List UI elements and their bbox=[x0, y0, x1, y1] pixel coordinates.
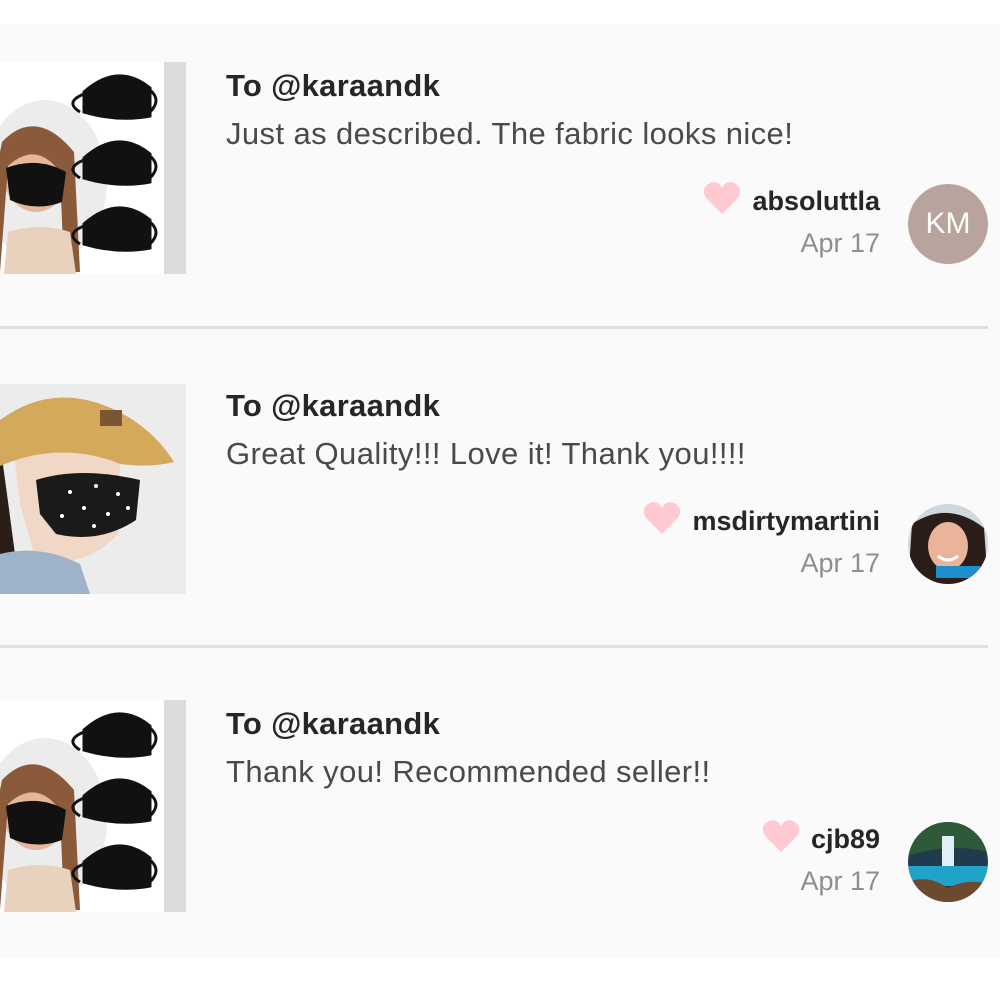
avatar[interactable] bbox=[908, 822, 988, 902]
image-edge-strip bbox=[164, 62, 186, 274]
review-card: To @karaandk Great Quality!!! Love it! T… bbox=[0, 344, 1000, 644]
product-thumbnail[interactable] bbox=[0, 700, 186, 912]
waterfall-photo bbox=[908, 822, 988, 902]
heart-icon[interactable] bbox=[702, 180, 742, 221]
reviews-screen: To @karaandk Just as described. The fabr… bbox=[0, 24, 1000, 958]
review-date: Apr 17 bbox=[800, 548, 880, 578]
reviewer-username[interactable]: absoluttla bbox=[752, 181, 880, 221]
review-recipient[interactable]: To @karaandk bbox=[226, 388, 440, 424]
review-message: Thank you! Recommended seller!! bbox=[226, 754, 711, 789]
product-thumbnail[interactable] bbox=[0, 62, 186, 274]
review-message: Just as described. The fabric looks nice… bbox=[226, 116, 794, 151]
black-masks-image bbox=[0, 700, 186, 912]
review-message: Great Quality!!! Love it! Thank you!!!! bbox=[226, 436, 746, 471]
review-card: To @karaandk Thank you! Recommended sell… bbox=[0, 662, 1000, 962]
star-mask-cap-image bbox=[0, 384, 186, 594]
image-edge-strip bbox=[164, 700, 186, 912]
review-date: Apr 17 bbox=[800, 228, 880, 258]
reviewer-username[interactable]: msdirtymartini bbox=[692, 501, 880, 541]
divider bbox=[0, 645, 988, 648]
avatar[interactable]: KM bbox=[908, 184, 988, 264]
reviewer-username[interactable]: cjb89 bbox=[811, 819, 880, 859]
avatar-initials: KM bbox=[925, 207, 971, 240]
avatar[interactable] bbox=[908, 504, 988, 584]
review-meta: absoluttla Apr 17 bbox=[702, 180, 880, 263]
heart-icon[interactable] bbox=[642, 500, 682, 541]
divider bbox=[0, 326, 988, 329]
review-card: To @karaandk Just as described. The fabr… bbox=[0, 24, 1000, 324]
heart-icon[interactable] bbox=[761, 818, 801, 859]
user-photo bbox=[908, 504, 988, 584]
product-thumbnail[interactable] bbox=[0, 384, 186, 594]
review-meta: cjb89 Apr 17 bbox=[761, 818, 880, 901]
review-recipient[interactable]: To @karaandk bbox=[226, 706, 440, 742]
black-masks-image bbox=[0, 62, 186, 274]
review-date: Apr 17 bbox=[800, 866, 880, 896]
review-recipient[interactable]: To @karaandk bbox=[226, 68, 440, 104]
review-meta: msdirtymartini Apr 17 bbox=[642, 500, 880, 583]
